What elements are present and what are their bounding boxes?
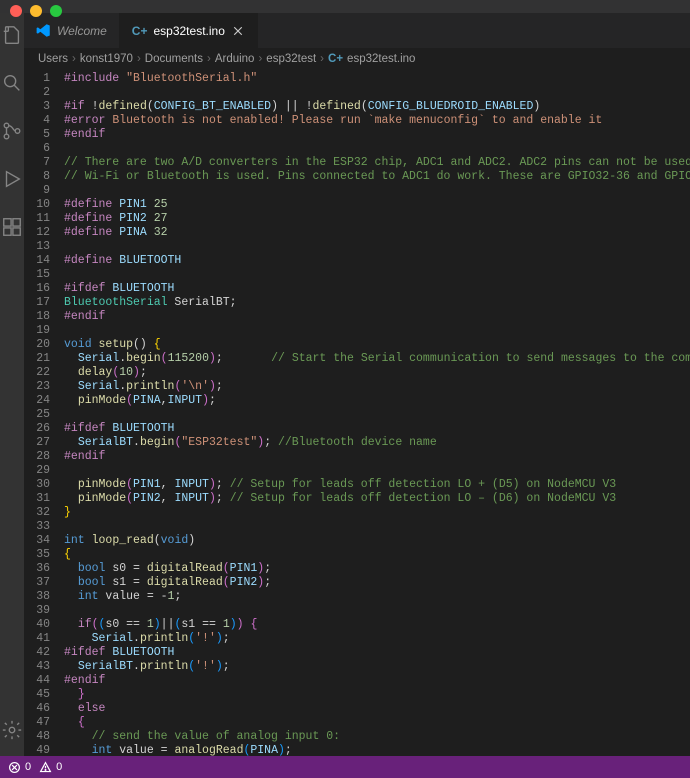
close-icon[interactable] [231,24,245,38]
chevron-right-icon: › [207,53,211,65]
window-titlebar [0,0,690,13]
breadcrumb-segment[interactable]: Arduino [215,53,255,65]
chevron-right-icon: › [258,53,262,65]
breadcrumb-segment[interactable]: konst1970 [80,53,133,65]
breadcrumb-segment[interactable]: Documents [145,53,203,65]
tab-label: Welcome [57,24,107,38]
maximize-window-button[interactable] [50,5,62,17]
close-window-button[interactable] [10,5,22,17]
run-debug-icon[interactable] [0,167,24,191]
cpp-file-icon: C+ [132,24,148,38]
warning-count: 0 [56,761,62,773]
chevron-right-icon: › [320,53,324,65]
source-control-icon[interactable] [0,119,24,143]
breadcrumb[interactable]: Users › konst1970 › Documents › Arduino … [24,48,690,70]
code-editor[interactable]: 1234567891011121314151617181920212223242… [24,70,690,756]
minimize-window-button[interactable] [30,5,42,17]
code-content[interactable]: #include "BluetoothSerial.h" #if !define… [64,72,690,756]
chevron-right-icon: › [137,53,141,65]
gear-icon[interactable] [0,718,24,742]
error-count: 0 [25,761,31,773]
cpp-file-icon: C+ [328,53,343,65]
chevron-right-icon: › [72,53,76,65]
search-icon[interactable] [0,71,24,95]
status-bar: 0 0 [0,756,690,778]
extensions-icon[interactable] [0,215,24,239]
breadcrumb-segment[interactable]: esp32test [266,53,316,65]
breadcrumb-segment[interactable]: Users [38,53,68,65]
tab-esp32test[interactable]: C+ esp32test.ino [120,13,258,48]
vscode-icon [36,23,51,38]
breadcrumb-segment[interactable]: esp32test.ino [347,53,415,65]
status-errors[interactable]: 0 [8,761,31,774]
tab-bar: Welcome C+ esp32test.ino [24,13,690,48]
line-number-gutter: 1234567891011121314151617181920212223242… [24,72,64,756]
activity-bar [0,13,24,756]
status-warnings[interactable]: 0 [39,761,62,774]
files-icon[interactable] [0,23,24,47]
tab-welcome[interactable]: Welcome [24,13,120,48]
tab-label: esp32test.ino [153,24,224,38]
